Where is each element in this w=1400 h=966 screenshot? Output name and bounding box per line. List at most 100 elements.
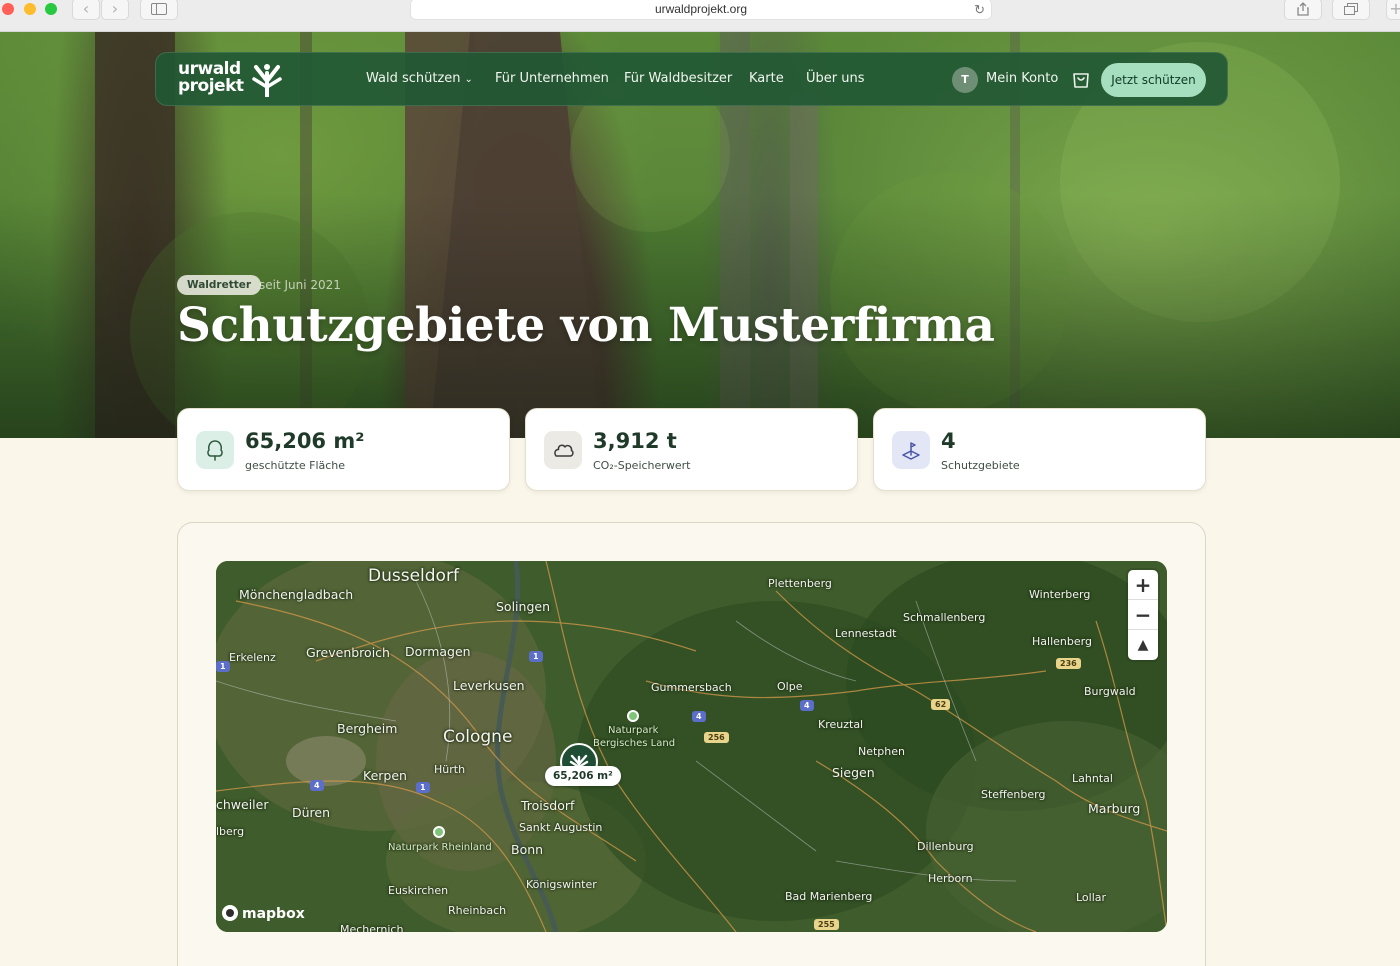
map-label-city: Lahntal	[1072, 772, 1113, 785]
map-label-city: Cologne	[443, 727, 513, 747]
stat-value: 4	[941, 429, 956, 453]
nav-fuer-waldbesitzer[interactable]: Für Waldbesitzer	[624, 71, 732, 86]
road-badge: 256	[704, 732, 729, 743]
road-badge: 1	[416, 782, 430, 793]
forward-button[interactable]: ›	[101, 0, 129, 20]
map-label-city: Bad Marienberg	[785, 890, 873, 903]
chevron-left-icon: ‹	[82, 0, 90, 18]
map-label-city: Hallenberg	[1032, 635, 1092, 648]
map-label-city: Dusseldorf	[368, 566, 459, 586]
member-since: seit Juni 2021	[259, 278, 341, 292]
stat-value: 65,206 m²	[245, 429, 365, 453]
stat-card-areas-count: 4 Schutzgebiete	[873, 408, 1206, 491]
back-button[interactable]: ‹	[72, 0, 100, 20]
map-label-city: Mönchengladbach	[239, 587, 354, 602]
sidebar-toggle-button[interactable]	[140, 0, 178, 20]
cart-icon[interactable]	[1070, 69, 1092, 91]
logo-line-2: projekt	[178, 76, 244, 96]
map-label-city: Burgwald	[1084, 685, 1136, 698]
compass-icon: ▲	[1137, 637, 1149, 653]
main-navigation: urwald projekt Wald schützen ⌄ Für Untern…	[155, 52, 1228, 106]
map-label-city: Steffenberg	[981, 788, 1046, 801]
map-label-city: Lollar	[1076, 891, 1107, 904]
road-badge: 255	[814, 919, 839, 930]
nav-karte[interactable]: Karte	[749, 71, 784, 86]
tree-icon	[207, 440, 223, 461]
map-label-city: chweiler	[216, 797, 269, 812]
map-label-park: Bergisches Land	[593, 738, 676, 749]
address-bar[interactable]: urwaldprojekt.org ↻	[410, 0, 992, 20]
sidebar-icon	[151, 3, 167, 15]
share-icon	[1297, 2, 1309, 16]
close-window-button[interactable]	[2, 3, 14, 15]
map-label-park: Naturpark Rheinland	[388, 842, 492, 853]
map-label-city: Olpe	[777, 680, 803, 693]
zoom-out-button[interactable]: −	[1128, 600, 1158, 630]
stat-label: CO₂-Speicherwert	[593, 459, 691, 472]
map-label-city: Troisdorf	[521, 798, 575, 813]
map-label-city: Siegen	[832, 765, 875, 780]
zoom-in-button[interactable]: +	[1128, 570, 1158, 600]
road-badge: 236	[1056, 658, 1081, 669]
map-label-city: Winterberg	[1029, 588, 1091, 601]
map-terrain	[216, 561, 1167, 932]
stat-label: Schutzgebiete	[941, 459, 1020, 472]
share-button[interactable]	[1284, 0, 1322, 20]
nav-ueber-uns[interactable]: Über uns	[806, 71, 865, 86]
map-label-city: Kreuztal	[818, 718, 864, 731]
reload-icon[interactable]: ↻	[974, 0, 985, 20]
map-label-city: Sankt Augustin	[519, 821, 603, 834]
tabs-overview-button[interactable]	[1332, 0, 1370, 20]
url-text: urwaldprojekt.org	[654, 2, 748, 16]
mapbox-logo[interactable]: mapbox	[222, 905, 305, 922]
page-title: Schutzgebiete von Musterfirma	[177, 298, 995, 353]
map-label-city: Hürth	[434, 763, 466, 776]
marker-area-label: 65,206 m²	[545, 766, 621, 786]
stat-icon-bg	[892, 431, 930, 469]
map-label-city: Bonn	[511, 842, 544, 857]
map-label-city: Euskirchen	[388, 884, 449, 897]
map-label-city: Mechernich	[340, 923, 404, 932]
map-label-city: Herborn	[928, 872, 973, 885]
road-badge: 4	[800, 700, 814, 711]
road-badge: 1	[216, 661, 230, 672]
map-label-city: Schmallenberg	[903, 611, 986, 624]
account-link[interactable]: Mein Konto	[986, 71, 1058, 86]
stat-icon-bg	[196, 431, 234, 469]
map-label-city: Gummersbach	[651, 681, 732, 694]
waldretter-badge: Waldretter	[177, 275, 262, 295]
park-pin-icon	[627, 710, 639, 722]
map-label-city: Dormagen	[405, 644, 471, 659]
map-label-city: Dillenburg	[917, 840, 974, 853]
compass-button[interactable]: ▲	[1128, 630, 1158, 660]
tabs-icon	[1344, 3, 1358, 15]
nav-link-label: Wald schützen	[366, 71, 461, 86]
protect-now-button[interactable]: Jetzt schützen	[1101, 63, 1206, 97]
map-label-city: Königswinter	[526, 878, 597, 891]
minimize-window-button[interactable]	[24, 3, 36, 15]
stat-card-area: 65,206 m² geschützte Fläche	[177, 408, 510, 491]
road-badge: 62	[931, 699, 951, 710]
map-label-city: Düren	[292, 805, 331, 820]
map-label-park: Naturpark	[608, 725, 659, 736]
map-label-city: Rheinbach	[448, 904, 507, 917]
new-tab-button[interactable]: +	[1386, 0, 1400, 20]
area-pin-icon	[902, 442, 920, 460]
account-avatar[interactable]: T	[952, 67, 978, 93]
map-label-city: Marburg	[1088, 801, 1141, 816]
satellite-map[interactable]: Dusseldorf Mönchengladbach Solingen Erke…	[216, 561, 1167, 932]
map-label-city: lberg	[216, 825, 245, 838]
tree-logo-icon	[252, 64, 282, 97]
park-pin-icon	[433, 826, 445, 838]
mapbox-icon	[222, 905, 238, 921]
chevron-right-icon: ›	[111, 0, 119, 18]
urwaldprojekt-logo[interactable]: urwald projekt	[178, 61, 288, 99]
logo-wordmark: urwald projekt	[178, 61, 244, 95]
nav-fuer-unternehmen[interactable]: Für Unternehmen	[495, 71, 609, 86]
map-label-city: Leverkusen	[453, 678, 525, 693]
nav-wald-schuetzen[interactable]: Wald schützen ⌄	[366, 71, 473, 86]
zoom-window-button[interactable]	[45, 3, 57, 15]
chevron-down-icon: ⌄	[464, 74, 473, 85]
stat-card-co2: 3,912 t CO₂-Speicherwert	[525, 408, 858, 491]
browser-toolbar: ‹ › urwaldprojekt.org ↻ +	[0, 0, 1400, 32]
